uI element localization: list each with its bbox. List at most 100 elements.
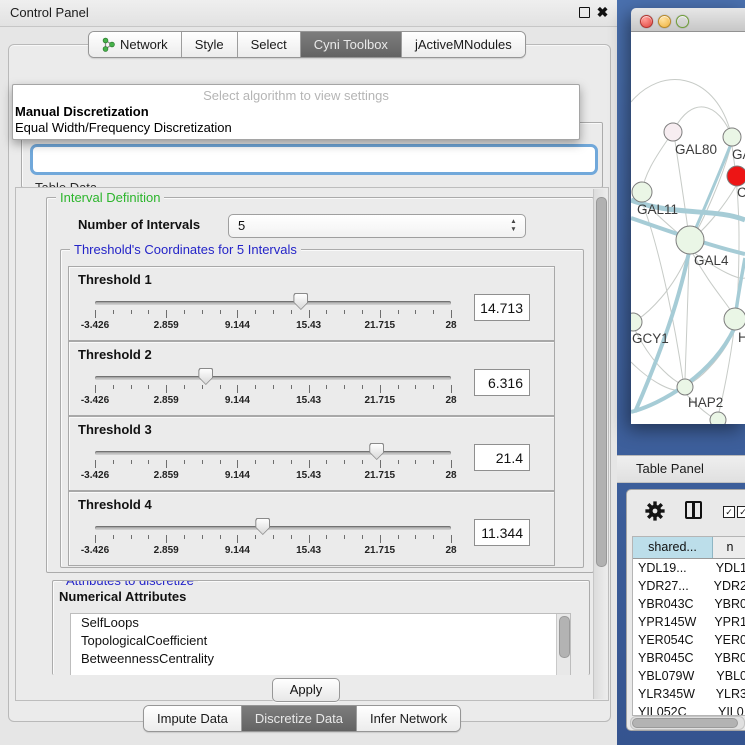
network-edge-thick[interactable]	[692, 144, 731, 237]
threshold-label: Threshold 3	[78, 422, 152, 437]
slider-track[interactable]	[95, 301, 451, 305]
slider-tick-labels: -3.4262.8599.14415.4321.71528	[95, 395, 451, 407]
tab-jactivemnodules[interactable]: jActiveMNodules	[402, 32, 525, 57]
tab-label: Network	[120, 32, 168, 57]
network-edge[interactable]	[631, 80, 730, 130]
table-horizontal-scrollbar[interactable]	[630, 716, 745, 730]
apply-button[interactable]: Apply	[272, 678, 340, 702]
checkbox-icon[interactable]: ✓	[737, 506, 745, 518]
table-cell: YDL1	[711, 559, 745, 577]
table-row[interactable]: YDR27...YDR2	[633, 577, 745, 595]
slider-track[interactable]	[95, 526, 451, 530]
network-node[interactable]	[710, 412, 726, 424]
table-cell: YER054C	[633, 631, 709, 649]
tab-select[interactable]: Select	[238, 32, 301, 57]
threshold-slider[interactable]: -3.4262.8599.14415.4321.71528	[95, 293, 451, 337]
table-cell: YPR145W	[633, 613, 709, 631]
number-of-intervals-spinner[interactable]: 5 ▲▼	[228, 214, 526, 238]
desktop-background: GAL80GACGAL11GAL4GCY1HHAP2 Table Panel	[617, 0, 745, 745]
gear-icon[interactable]	[645, 501, 665, 521]
bottom-tab-discretize-data[interactable]: Discretize Data	[242, 706, 357, 731]
numerical-attributes-list[interactable]: SelfLoopsTopologicalCoefficientBetweenne…	[70, 613, 571, 675]
network-window-titlebar[interactable]	[631, 8, 745, 32]
threshold-value-field[interactable]: 6.316	[474, 369, 530, 396]
table-row[interactable]: YPR145WYPR1	[633, 613, 745, 631]
bottom-tab-infer-network[interactable]: Infer Network	[357, 706, 460, 731]
network-graph: GAL80GACGAL11GAL4GCY1HHAP2	[631, 32, 745, 424]
network-canvas[interactable]: GAL80GACGAL11GAL4GCY1HHAP2	[631, 32, 745, 424]
threshold-slider[interactable]: -3.4262.8599.14415.4321.71528	[95, 443, 451, 487]
bottom-tab-impute-data[interactable]: Impute Data	[144, 706, 242, 731]
algorithm-hint-item: Select algorithm to view settings	[13, 88, 579, 103]
node-table[interactable]: shared...n YDL19...YDL1YDR27...YDR2YBR04…	[632, 536, 745, 716]
tick-label: 21.715	[365, 320, 396, 331]
network-node[interactable]	[723, 128, 741, 146]
network-node[interactable]	[724, 308, 745, 330]
network-node-label: H	[738, 330, 745, 345]
table-row[interactable]: YBR043CYBR0	[633, 595, 745, 613]
tab-network[interactable]: Network	[89, 32, 182, 57]
threshold-slider[interactable]: -3.4262.8599.14415.4321.71528	[95, 518, 451, 562]
table-cell: YDL19...	[633, 559, 711, 577]
network-node[interactable]	[632, 182, 652, 202]
close-panel-icon[interactable]: ✖	[596, 6, 609, 19]
tick-label: 28	[445, 320, 456, 331]
tick-label: 9.144	[225, 320, 250, 331]
threshold-value-field[interactable]: 21.4	[474, 444, 530, 471]
network-node-label: GA	[732, 147, 745, 162]
slider-track[interactable]	[95, 376, 451, 380]
network-node[interactable]	[727, 166, 745, 186]
popup-option-equal-width[interactable]: Equal Width/Frequency Discretization	[15, 120, 232, 135]
mac-minimize-icon[interactable]	[658, 15, 671, 28]
network-node[interactable]	[676, 226, 704, 254]
checkbox-icon[interactable]: ✓	[723, 506, 735, 518]
table-row[interactable]: YER054CYER0	[633, 631, 745, 649]
network-node[interactable]	[631, 313, 642, 331]
attribute-item[interactable]: TopologicalCoefficient	[71, 632, 570, 650]
slider-thumb[interactable]	[255, 518, 270, 535]
table-column-header[interactable]: shared...	[633, 537, 713, 558]
mac-close-icon[interactable]	[640, 15, 653, 28]
slider-thumb[interactable]	[198, 368, 213, 385]
network-node[interactable]	[664, 123, 682, 141]
float-window-icon[interactable]	[578, 6, 591, 19]
popup-option-manual-discretization[interactable]: Manual Discretization	[15, 104, 149, 119]
threshold-slider[interactable]: -3.4262.8599.14415.4321.71528	[95, 368, 451, 412]
table-row[interactable]: YBL079WYBL0	[633, 667, 745, 685]
attributes-list-scrollbar[interactable]	[556, 614, 570, 675]
threshold-value-field[interactable]: 11.344	[474, 519, 530, 546]
table-row[interactable]: YDL19...YDL1	[633, 559, 745, 577]
slider-tick-labels: -3.4262.8599.14415.4321.71528	[95, 545, 451, 557]
table-column-header[interactable]: n	[713, 537, 745, 558]
attribute-item[interactable]: SelfLoops	[71, 614, 570, 632]
split-columns-icon[interactable]	[685, 501, 702, 519]
settings-scrollbar[interactable]	[593, 189, 607, 699]
network-node-label: GCY1	[632, 331, 669, 346]
slider-track[interactable]	[95, 451, 451, 455]
mac-zoom-icon[interactable]	[676, 15, 689, 28]
thresholds-group: Threshold's Coordinates for 5 Intervals …	[60, 249, 584, 568]
table-row[interactable]: YLR345WYLR3	[633, 685, 745, 703]
table-header-row[interactable]: shared...n	[633, 537, 745, 559]
attribute-item[interactable]: BetweennessCentrality	[71, 650, 570, 668]
slider-tick-labels: -3.4262.8599.14415.4321.71528	[95, 470, 451, 482]
table-row[interactable]: YBR045CYBR0	[633, 649, 745, 667]
tick-label: 2.859	[154, 320, 179, 331]
threshold-panel: Threshold 2 -3.4262.8599.14415.4321.7152…	[68, 341, 555, 416]
threshold-value-field[interactable]: 14.713	[474, 294, 530, 321]
table-row[interactable]: YIL052CYIL0	[633, 703, 745, 716]
slider-thumb[interactable]	[293, 293, 308, 310]
network-node[interactable]	[677, 379, 693, 395]
slider-ticks	[95, 310, 451, 319]
table-cell: YBL0	[711, 667, 745, 685]
slider-thumb[interactable]	[369, 443, 384, 460]
cyni-toolbox-content: Discretization Algorithm Table Data galF…	[8, 44, 611, 722]
network-window[interactable]: GAL80GACGAL11GAL4GCY1HHAP2	[631, 8, 745, 424]
table-cell: YLR345W	[633, 685, 711, 703]
tab-cyni-toolbox[interactable]: Cyni Toolbox	[301, 32, 402, 57]
tick-label: 2.859	[154, 470, 179, 481]
table-cell: YDR27...	[633, 577, 709, 595]
algorithm-combobox[interactable]	[30, 144, 598, 175]
network-node-label: GAL4	[694, 253, 729, 268]
tab-style[interactable]: Style	[182, 32, 238, 57]
